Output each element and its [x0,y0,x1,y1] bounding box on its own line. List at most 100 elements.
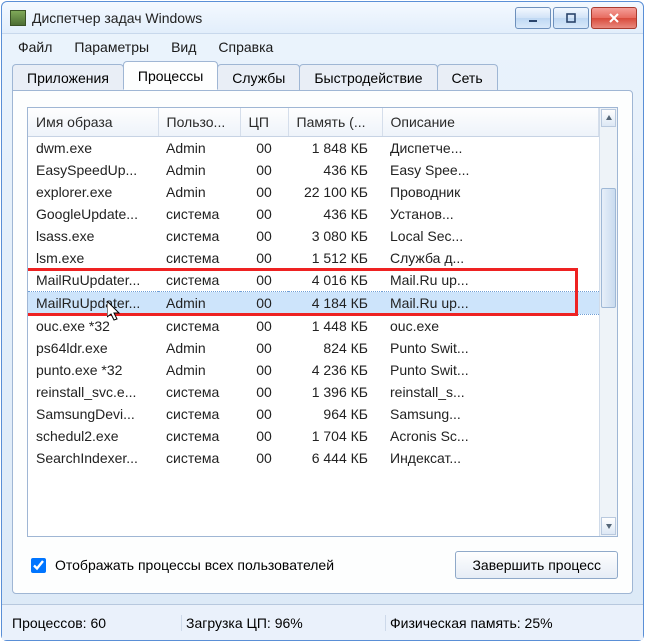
cell-cpu: 00 [240,315,288,338]
cell-image-name: schedul2.exe [28,425,158,447]
task-manager-window: Диспетчер задач Windows Файл Параметры В… [1,1,644,641]
cell-image-name: SearchIndexer... [28,447,158,469]
titlebar[interactable]: Диспетчер задач Windows [2,2,643,34]
cell-user: Admin [158,359,240,381]
cell-cpu: 00 [240,181,288,203]
cell-image-name: GoogleUpdate... [28,203,158,225]
tab-services[interactable]: Службы [217,64,300,91]
statusbar: Процессов: 60 Загрузка ЦП: 96% Физическа… [2,604,643,640]
scroll-track[interactable] [600,128,617,516]
menu-file[interactable]: Файл [8,37,62,57]
cell-user: система [158,247,240,269]
cell-cpu: 00 [240,359,288,381]
table-row[interactable]: dwm.exeAdmin001 848 КБДиспетче... [28,137,599,160]
table-row[interactable]: explorer.exeAdmin0022 100 КБПроводник [28,181,599,203]
column-header-cpu[interactable]: ЦП [240,108,288,137]
cell-image-name: reinstall_svc.e... [28,381,158,403]
tab-network[interactable]: Сеть [437,64,498,91]
close-button[interactable] [591,7,637,29]
menu-help[interactable]: Справка [208,37,283,57]
cell-memory: 436 КБ [288,203,382,225]
cell-description: Индексат... [382,447,599,469]
panel-footer: Отображать процессы всех пользователей З… [27,551,618,579]
show-all-users-input[interactable] [31,558,46,573]
cell-image-name: MailRuUpdater... [28,269,158,292]
table-row[interactable]: ouc.exe *32система001 448 КБouc.exe [28,315,599,338]
cell-user: система [158,403,240,425]
cell-memory: 4 236 КБ [288,359,382,381]
table-row[interactable]: punto.exe *32Admin004 236 КБPunto Swit..… [28,359,599,381]
cell-image-name: lsass.exe [28,225,158,247]
column-header-user[interactable]: Пользо... [158,108,240,137]
cell-memory: 436 КБ [288,159,382,181]
scroll-down-button[interactable] [601,517,616,535]
cell-user: система [158,315,240,338]
table-row[interactable]: MailRuUpdater...Admin004 184 КБMail.Ru u… [28,292,599,315]
status-phys-mem: Физическая память: 25% [390,615,567,631]
show-all-users-label: Отображать процессы всех пользователей [55,557,334,573]
tab-panel-processes: Имя образа Пользо... ЦП Память (... Опис… [12,90,633,594]
column-header-memory[interactable]: Память (... [288,108,382,137]
cell-memory: 6 444 КБ [288,447,382,469]
cell-memory: 1 448 КБ [288,315,382,338]
cell-user: Admin [158,159,240,181]
cell-image-name: ouc.exe *32 [28,315,158,338]
cell-description: Punto Swit... [382,359,599,381]
cell-cpu: 00 [240,247,288,269]
cell-image-name: punto.exe *32 [28,359,158,381]
cell-memory: 964 КБ [288,403,382,425]
cell-description: Служба д... [382,247,599,269]
cell-memory: 1 848 КБ [288,137,382,160]
cell-user: Admin [158,292,240,315]
cell-memory: 4 184 КБ [288,292,382,315]
table-row[interactable]: SamsungDevi...система00964 КБSamsung... [28,403,599,425]
tab-applications[interactable]: Приложения [12,64,124,91]
table-row[interactable]: MailRuUpdater...система004 016 КБMail.Ru… [28,269,599,292]
cell-image-name: SamsungDevi... [28,403,158,425]
tab-processes[interactable]: Процессы [123,61,218,90]
table-row[interactable]: lsm.exeсистема001 512 КБСлужба д... [28,247,599,269]
show-all-users-checkbox[interactable]: Отображать процессы всех пользователей [27,555,334,576]
menubar: Файл Параметры Вид Справка [2,34,643,60]
cell-cpu: 00 [240,403,288,425]
table-row[interactable]: lsass.exeсистема003 080 КБLocal Sec... [28,225,599,247]
cell-description: Mail.Ru up... [382,292,599,315]
table-row[interactable]: SearchIndexer...система006 444 КБИндекса… [28,447,599,469]
table-row[interactable]: ps64ldr.exeAdmin00824 КБPunto Swit... [28,337,599,359]
cell-description: Диспетче... [382,137,599,160]
cell-description: Acronis Sc... [382,425,599,447]
tab-performance[interactable]: Быстродействие [299,64,437,91]
cell-description: Samsung... [382,403,599,425]
table-row[interactable]: reinstall_svc.e...система001 396 КБreins… [28,381,599,403]
cell-memory: 3 080 КБ [288,225,382,247]
process-listview[interactable]: Имя образа Пользо... ЦП Память (... Опис… [27,107,618,537]
table-row[interactable]: schedul2.exeсистема001 704 КБAcronis Sc.… [28,425,599,447]
minimize-button[interactable] [515,7,551,29]
cell-user: система [158,225,240,247]
cell-description: reinstall_s... [382,381,599,403]
cell-description: ouc.exe [382,315,599,338]
scroll-up-button[interactable] [601,109,616,127]
end-process-button[interactable]: Завершить процесс [455,551,618,579]
cell-description: Mail.Ru up... [382,269,599,292]
status-cpu-load: Загрузка ЦП: 96% [186,615,386,631]
table-row[interactable]: GoogleUpdate...система00436 КБУстанов... [28,203,599,225]
cell-cpu: 00 [240,159,288,181]
cell-user: Admin [158,137,240,160]
cell-cpu: 00 [240,381,288,403]
cell-user: Admin [158,337,240,359]
cell-image-name: dwm.exe [28,137,158,160]
table-row[interactable]: EasySpeedUp...Admin00436 КБEasy Spee... [28,159,599,181]
cell-cpu: 00 [240,137,288,160]
cell-user: Admin [158,181,240,203]
scroll-thumb[interactable] [601,188,616,308]
cell-cpu: 00 [240,425,288,447]
column-header-image-name[interactable]: Имя образа [28,108,158,137]
cell-user: система [158,381,240,403]
menu-params[interactable]: Параметры [64,37,159,57]
column-header-description[interactable]: Описание [382,108,599,137]
maximize-button[interactable] [553,7,589,29]
menu-view[interactable]: Вид [161,37,206,57]
vertical-scrollbar[interactable] [599,108,617,536]
cell-user: система [158,447,240,469]
